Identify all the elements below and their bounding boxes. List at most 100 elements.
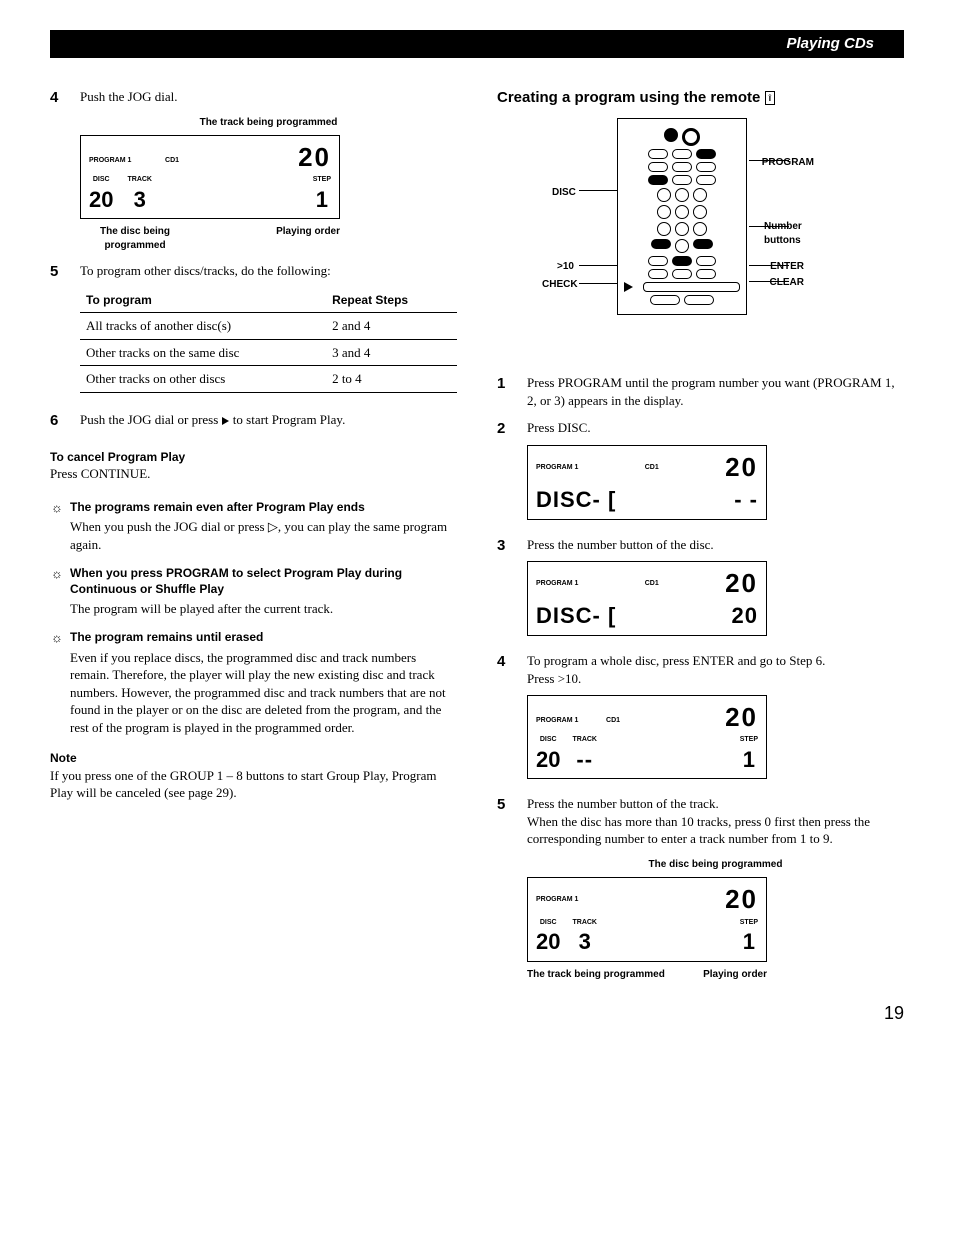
right-column: Creating a program using the remote î (497, 88, 904, 1025)
step-number: 5 (497, 795, 515, 981)
step-number: 5 (50, 262, 68, 400)
remote-button (648, 175, 668, 185)
step-text: Press the number button of the disc. (527, 536, 904, 554)
remote-button (672, 269, 692, 279)
remote-button (651, 239, 671, 249)
step-number: 4 (50, 88, 68, 252)
remote-button (672, 175, 692, 185)
step-text: To program other discs/tracks, do the fo… (80, 262, 457, 280)
remote-button (696, 175, 716, 185)
annotation-top: The track being programmed (80, 116, 457, 130)
ir-icon (682, 128, 700, 146)
lcd-disc-label: DISC (89, 175, 113, 184)
lcd-big: 20 (725, 566, 758, 601)
table-header: Repeat Steps (326, 288, 457, 313)
remote-button (648, 256, 668, 266)
lcd-cd: CD1 (165, 157, 179, 164)
lcd-big: 20 (725, 700, 758, 735)
lcd-cd: CD1 (606, 717, 620, 724)
table-cell: Other tracks on the same disc (80, 339, 326, 366)
tip-heading: The programs remain even after Program P… (70, 499, 365, 517)
note-heading: Note (50, 750, 457, 766)
tip-icon: ☼ (50, 565, 64, 597)
label-program: PROGRAM (762, 156, 814, 170)
remote-button (672, 256, 692, 266)
step-text-b: to start Program Play. (233, 412, 346, 427)
table-cell: All tracks of another disc(s) (80, 313, 326, 340)
remote-heading: Creating a program using the remote î (497, 88, 904, 108)
lcd-disc-val: 20 (536, 745, 560, 775)
lcd-program: PROGRAM 1 (536, 895, 578, 904)
lcd-display: PROGRAM 1 CD1 20 DISC 20 (527, 695, 767, 779)
section-title: Playing CDs (786, 34, 874, 54)
step-number: 2 (497, 419, 515, 525)
step-5: 5 To program other discs/tracks, do the … (50, 262, 457, 400)
lcd-display: PROGRAM 1 20 DISC 20 TRACK (527, 877, 767, 961)
remote-button (696, 269, 716, 279)
lcd-step-val: 1 (313, 185, 331, 215)
annotation-right: Playing order (703, 968, 767, 982)
table-row: All tracks of another disc(s) 2 and 4 (80, 313, 457, 340)
cancel-heading: To cancel Program Play (50, 449, 457, 465)
step-text-a: Push the JOG dial or press (80, 412, 222, 427)
r-step-4: 4 To program a whole disc, press ENTER a… (497, 652, 904, 785)
remote-button (650, 295, 680, 305)
lcd-track-val: 3 (127, 185, 152, 215)
lcd-cd: CD1 (645, 463, 659, 472)
lcd-track-val: -- (572, 745, 597, 775)
table-cell: Other tracks on other discs (80, 366, 326, 393)
lcd-track-label: TRACK (572, 735, 597, 744)
lcd-program: PROGRAM 1 (536, 717, 578, 724)
lcd-line: DISC- [ (536, 601, 616, 631)
remote-button (693, 239, 713, 249)
tip-icon: ☼ (50, 499, 64, 517)
step-text-a: Press the number button of the track. (527, 795, 904, 813)
step-number: 4 (497, 652, 515, 785)
lcd-disc-val: 20 (732, 601, 758, 631)
power-icon (664, 128, 678, 142)
step-text-a: To program a whole disc, press ENTER and… (527, 652, 904, 670)
play-icon (624, 282, 633, 292)
remote-button (696, 149, 716, 159)
remote-button (696, 256, 716, 266)
step-6: 6 Push the JOG dial or press to start Pr… (50, 411, 457, 431)
table-cell: 3 and 4 (326, 339, 457, 366)
number-button (693, 188, 707, 202)
lcd-big: 20 (725, 450, 758, 485)
lcd-step-label: STEP (740, 918, 758, 927)
step-text-b: Press >10. (527, 670, 904, 688)
step-text: Push the JOG dial. (80, 88, 457, 106)
number-button (657, 222, 671, 236)
label-clear: CLEAR (770, 276, 804, 290)
page-number: 19 (497, 1001, 904, 1025)
program-table: To program Repeat Steps All tracks of an… (80, 288, 457, 393)
number-button (675, 188, 689, 202)
label-number: Number buttons (764, 220, 824, 247)
step-text: Press PROGRAM until the program number y… (527, 374, 904, 409)
tip-body: When you push the JOG dial or press ▷, y… (70, 518, 457, 553)
lcd-track-label: TRACK (127, 175, 152, 184)
annotation-left: The track being programmed (527, 968, 665, 982)
lcd-step-val: 1 (740, 927, 758, 957)
annotation-top: The disc being programmed (527, 858, 904, 872)
lcd-big: 20 (298, 140, 331, 175)
table-cell: 2 to 4 (326, 366, 457, 393)
lcd-cd: CD1 (645, 579, 659, 588)
step-number: 6 (50, 411, 68, 431)
r-step-2: 2 Press DISC. PROGRAM 1 CD1 20 DISC- [ -… (497, 419, 904, 525)
r-step-5: 5 Press the number button of the track. … (497, 795, 904, 981)
remote-button (672, 162, 692, 172)
table-row: Other tracks on the same disc 3 and 4 (80, 339, 457, 366)
section-header: Playing CDs (50, 30, 904, 58)
tip-heading: When you press PROGRAM to select Program… (70, 565, 457, 597)
lcd-disc-label: DISC (536, 735, 560, 744)
heading-text: Creating a program using the remote (497, 89, 760, 106)
left-column: 4 Push the JOG dial. The track being pro… (50, 88, 457, 1025)
lcd-disc-val: 20 (89, 185, 113, 215)
remote-button (672, 149, 692, 159)
lcd-step-label: STEP (740, 735, 758, 744)
cancel-body: Press CONTINUE. (50, 465, 457, 483)
lcd-line: DISC- [ (536, 485, 616, 515)
lcd-display: PROGRAM 1 CD1 20 DISC- [ 20 (527, 561, 767, 636)
label-enter: ENTER (770, 260, 804, 274)
